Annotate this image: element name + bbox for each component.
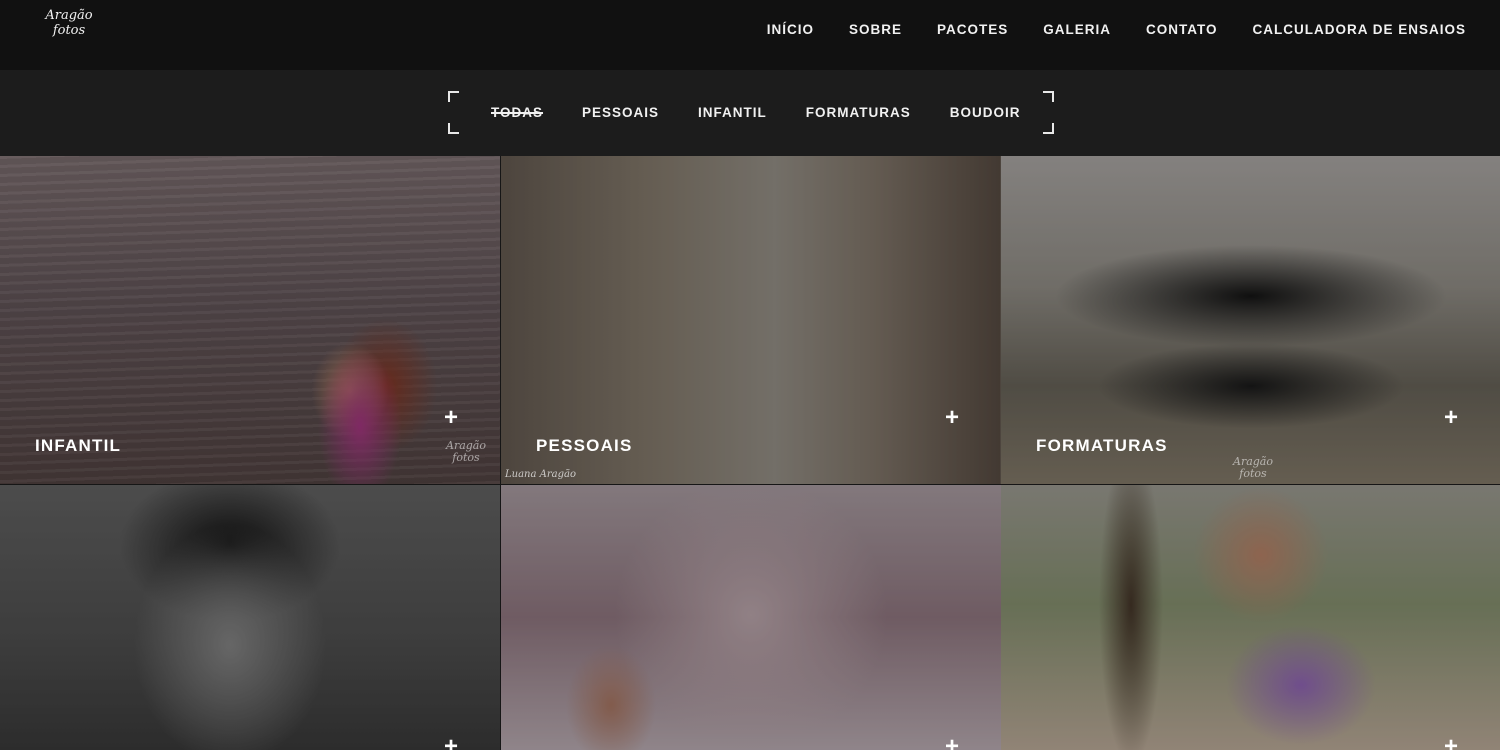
tile-caption: FORMATURAS bbox=[1036, 436, 1168, 455]
filter-todas[interactable]: TODAS bbox=[491, 105, 543, 120]
plus-icon[interactable]: + bbox=[1444, 406, 1458, 430]
nav-item-galeria[interactable]: GALERIA bbox=[1043, 22, 1111, 37]
filter-list: TODAS PESSOAIS INFANTIL FORMATURAS BOUDO… bbox=[491, 105, 1021, 120]
plus-icon[interactable]: + bbox=[945, 406, 959, 430]
filter-pessoais[interactable]: PESSOAIS bbox=[582, 105, 659, 120]
logo[interactable]: Aragão fotos bbox=[44, 8, 94, 38]
filter-boudoir[interactable]: BOUDOIR bbox=[950, 105, 1021, 120]
main-nav: INÍCIO SOBRE PACOTES GALERIA CONTATO CAL… bbox=[767, 22, 1466, 37]
gallery-tile-portrait-bw[interactable]: + bbox=[0, 485, 500, 750]
watermark: Aragão fotos bbox=[1233, 455, 1273, 480]
filter-infantil[interactable]: INFANTIL bbox=[698, 105, 767, 120]
filter-formaturas[interactable]: FORMATURAS bbox=[806, 105, 911, 120]
tile-overlay bbox=[1001, 156, 1500, 484]
plus-icon[interactable]: + bbox=[945, 735, 959, 750]
gallery-tile-infantil[interactable]: Aragão fotos + INFANTIL bbox=[0, 156, 500, 484]
tile-caption: INFANTIL bbox=[35, 436, 122, 455]
top-navigation-bar: Aragão fotos INÍCIO SOBRE PACOTES GALERI… bbox=[0, 0, 1500, 70]
nav-item-sobre[interactable]: SOBRE bbox=[849, 22, 902, 37]
tile-overlay bbox=[0, 156, 500, 484]
frame-corner-top-right bbox=[1043, 91, 1054, 102]
plus-icon[interactable]: + bbox=[444, 735, 458, 750]
logo-line-2: fotos bbox=[52, 23, 86, 38]
tile-overlay bbox=[1001, 485, 1500, 750]
tile-overlay bbox=[501, 156, 1001, 484]
nav-item-pacotes[interactable]: PACOTES bbox=[937, 22, 1008, 37]
watermark: Aragão fotos bbox=[446, 439, 486, 464]
gallery-tile-hands-circle[interactable]: + bbox=[501, 485, 1001, 750]
tile-overlay bbox=[501, 485, 1001, 750]
filter-frame: TODAS PESSOAIS INFANTIL FORMATURAS BOUDO… bbox=[448, 91, 1054, 134]
nav-item-calculadora[interactable]: CALCULADORA DE ENSAIOS bbox=[1252, 22, 1466, 37]
frame-corner-bottom-left bbox=[448, 123, 459, 134]
plus-icon[interactable]: + bbox=[1444, 735, 1458, 750]
gallery-tile-baby-beach[interactable]: + bbox=[1001, 485, 1500, 750]
nav-item-contato[interactable]: CONTATO bbox=[1146, 22, 1218, 37]
plus-icon[interactable]: + bbox=[444, 406, 458, 430]
tile-caption: PESSOAIS bbox=[536, 436, 633, 455]
gallery-grid: Aragão fotos + INFANTIL Luana Aragão + P… bbox=[0, 156, 1500, 750]
photo-credit: Luana Aragão bbox=[505, 469, 576, 480]
tile-overlay bbox=[0, 485, 500, 750]
gallery-tile-formaturas[interactable]: Aragão fotos + FORMATURAS bbox=[1001, 156, 1500, 484]
gallery-tile-pessoais[interactable]: Luana Aragão + PESSOAIS bbox=[501, 156, 1001, 484]
logo-line-1: Aragão bbox=[45, 8, 93, 23]
frame-corner-bottom-right bbox=[1043, 123, 1054, 134]
nav-item-inicio[interactable]: INÍCIO bbox=[767, 22, 814, 37]
frame-corner-top-left bbox=[448, 91, 459, 102]
gallery-filter-bar: TODAS PESSOAIS INFANTIL FORMATURAS BOUDO… bbox=[0, 70, 1500, 156]
